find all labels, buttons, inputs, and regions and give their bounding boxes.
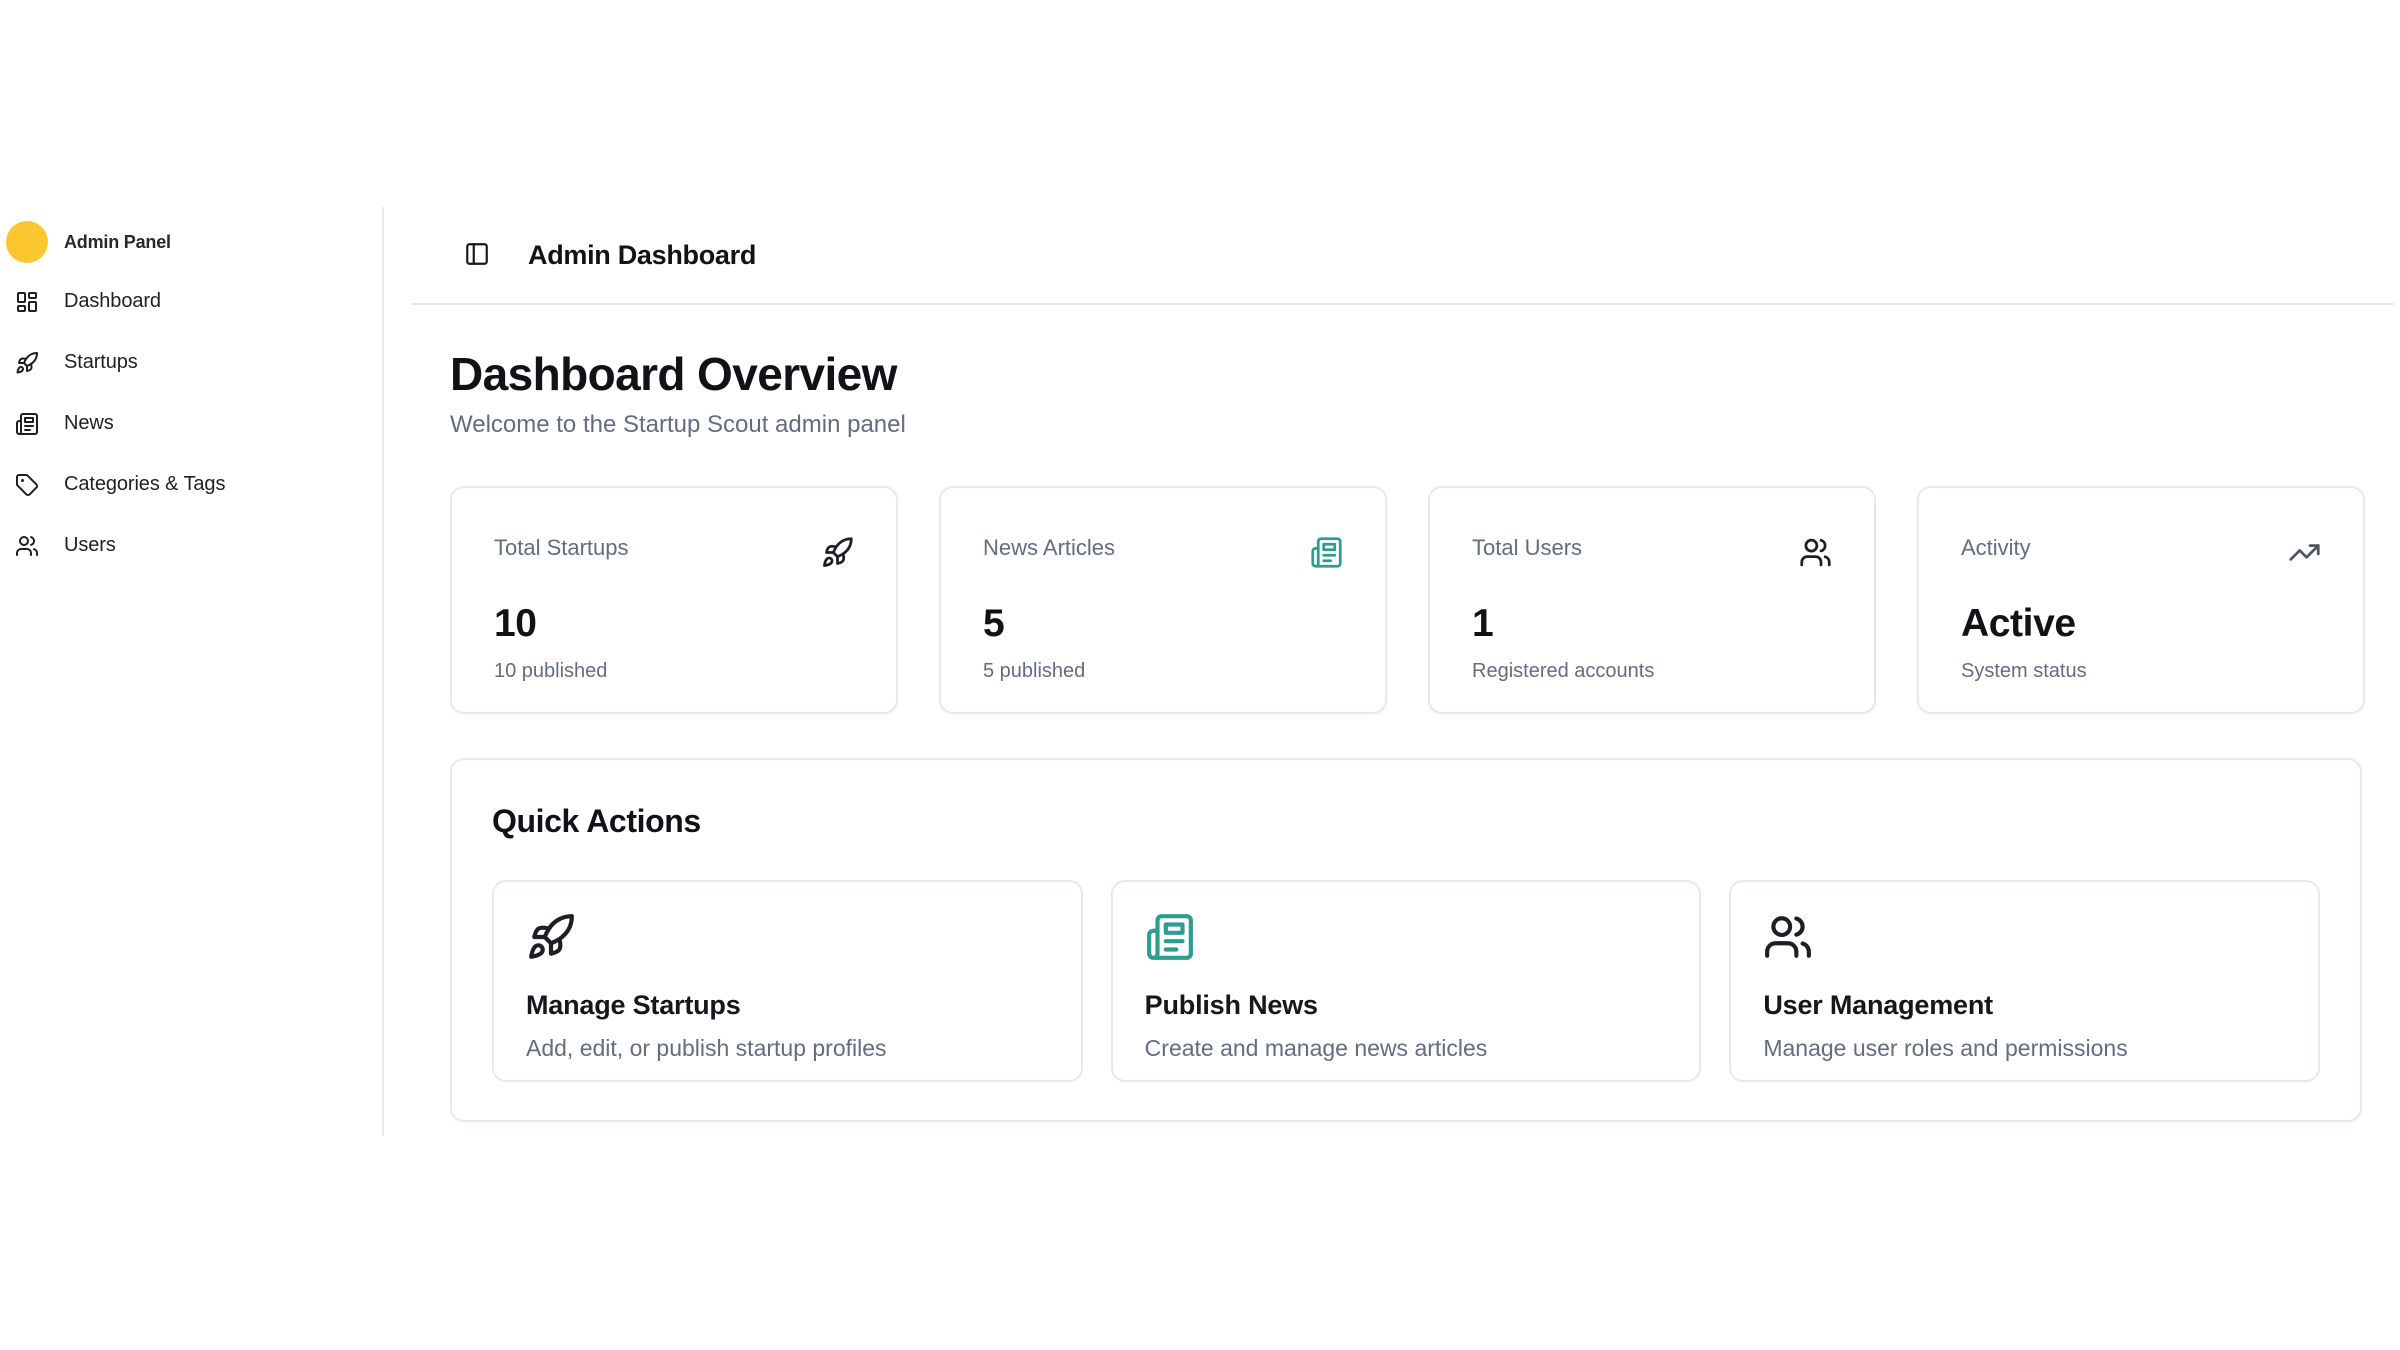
sidebar-item-categories-tags[interactable]: Categories & Tags xyxy=(5,454,382,515)
rocket-icon xyxy=(526,949,576,966)
stat-card-total-users: Total Users 1 Registered accounts xyxy=(1428,486,1876,714)
quick-actions-grid: Manage Startups Add, edit, or publish st… xyxy=(492,880,2320,1082)
stat-value: Active xyxy=(1961,602,2321,646)
page-title: Dashboard Overview xyxy=(450,350,2366,398)
newspaper-icon xyxy=(1310,534,1343,574)
panel-left-icon xyxy=(464,241,490,270)
quick-action-description: Create and manage news articles xyxy=(1145,1034,1668,1062)
header-title: Admin Dashboard xyxy=(528,240,756,271)
quick-actions-title: Quick Actions xyxy=(492,802,2320,840)
layout-dashboard-icon xyxy=(5,280,49,324)
quick-action-user-management[interactable]: User Management Manage user roles and pe… xyxy=(1729,880,2320,1082)
brand-label: Admin Panel xyxy=(64,232,171,253)
tag-icon xyxy=(5,463,49,507)
rocket-icon xyxy=(821,534,854,574)
users-icon xyxy=(1763,949,1813,966)
stat-card-news-articles: News Articles 5 5 published xyxy=(939,486,1387,714)
brand-logo xyxy=(5,220,49,264)
stat-label: News Articles xyxy=(983,534,1115,562)
sidebar-item-label: Users xyxy=(64,534,116,557)
quick-action-description: Manage user roles and permissions xyxy=(1763,1034,2286,1062)
stat-value: 5 xyxy=(983,602,1343,646)
quick-action-title: User Management xyxy=(1763,989,2286,1021)
stat-label: Total Users xyxy=(1472,534,1582,562)
users-icon xyxy=(1799,534,1832,574)
stat-card-activity: Activity Active System status xyxy=(1917,486,2365,714)
quick-action-description: Add, edit, or publish startup profiles xyxy=(526,1034,1049,1062)
sidebar-item-label: News xyxy=(64,412,114,435)
sidebar-item-dashboard[interactable]: Dashboard xyxy=(5,271,382,332)
sidebar-item-startups[interactable]: Startups xyxy=(5,332,382,393)
sidebar-item-news[interactable]: News xyxy=(5,393,382,454)
quick-action-publish-news[interactable]: Publish News Create and manage news arti… xyxy=(1111,880,1702,1082)
stats-row: Total Startups 10 10 published News Arti… xyxy=(450,486,2366,714)
stat-card-total-startups: Total Startups 10 10 published xyxy=(450,486,898,714)
stat-label: Activity xyxy=(1961,534,2031,562)
stat-subtext: 5 published xyxy=(983,659,1343,683)
newspaper-icon xyxy=(5,402,49,446)
sidebar-toggle-button[interactable] xyxy=(464,243,490,269)
trending-up-icon xyxy=(2288,534,2321,574)
newspaper-icon xyxy=(1145,949,1195,966)
quick-actions-card: Quick Actions Manage Startups Add, edit,… xyxy=(450,758,2362,1122)
stat-label: Total Startups xyxy=(494,534,629,562)
admin-dashboard-page: Admin Panel Dashboard Startups News Cate xyxy=(0,207,2400,1136)
sidebar-item-label: Categories & Tags xyxy=(64,473,225,496)
header-divider xyxy=(411,303,2394,305)
stat-subtext: System status xyxy=(1961,659,2321,683)
sidebar-item-label: Dashboard xyxy=(64,290,161,313)
users-icon xyxy=(5,524,49,568)
stat-subtext: 10 published xyxy=(494,659,854,683)
sidebar: Admin Panel Dashboard Startups News Cate xyxy=(0,207,384,1136)
stat-value: 10 xyxy=(494,602,854,646)
page-subtitle: Welcome to the Startup Scout admin panel xyxy=(450,411,2366,439)
brand[interactable]: Admin Panel xyxy=(5,213,382,271)
quick-action-title: Publish News xyxy=(1145,989,1668,1021)
sidebar-item-users[interactable]: Users xyxy=(5,515,382,576)
sidebar-item-label: Startups xyxy=(64,351,138,374)
main-area: Admin Dashboard Dashboard Overview Welco… xyxy=(384,207,2400,1136)
header: Admin Dashboard xyxy=(384,207,2400,304)
stat-value: 1 xyxy=(1472,602,1832,646)
content: Dashboard Overview Welcome to the Startu… xyxy=(384,304,2400,1122)
rocket-icon xyxy=(5,341,49,385)
quick-action-title: Manage Startups xyxy=(526,989,1049,1021)
quick-action-manage-startups[interactable]: Manage Startups Add, edit, or publish st… xyxy=(492,880,1083,1082)
stat-subtext: Registered accounts xyxy=(1472,659,1832,683)
